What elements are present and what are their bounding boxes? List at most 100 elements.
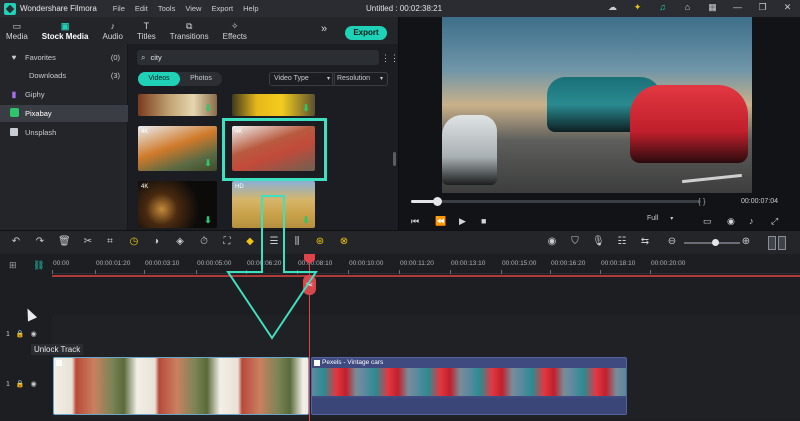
tab-audio[interactable]: ♪ Audio [102, 22, 122, 44]
video-clip-houses[interactable] [53, 357, 309, 415]
mask-icon[interactable]: ◈ [174, 236, 186, 247]
app-name: Wondershare Filmora [20, 4, 97, 13]
lock-icon[interactable]: 🔒 [16, 330, 25, 338]
stock-thumbnail[interactable]: ⬇ [138, 94, 217, 116]
tab-effects[interactable]: ✧ Effects [223, 22, 247, 44]
sidebar-item-favorites[interactable]: ♥ Favorites (0) [0, 49, 128, 66]
stop-icon[interactable]: ■ [481, 216, 486, 226]
layout-icon[interactable]: ▦ [706, 2, 719, 13]
lightbulb-icon[interactable]: ✦ [631, 2, 644, 13]
top-tabs: ▭ Media ▣ Stock Media ♪ Audio T Titles ⧉ Tran… [0, 17, 398, 44]
keyframe-icon[interactable]: ◆ [244, 236, 256, 247]
step-back-icon[interactable]: ⏪ [435, 216, 446, 227]
ruler-tick-label: 00:00:16:20 [551, 260, 586, 267]
volume-icon[interactable]: ♪ [749, 216, 754, 226]
tab-titles[interactable]: T Titles [137, 22, 156, 44]
eye-icon[interactable]: ◉ [31, 380, 37, 388]
add-track-icon[interactable]: ⊞ [9, 260, 17, 271]
fit-icon[interactable]: ⛶ [221, 236, 233, 247]
video-type-dropdown[interactable]: Video Type ▾ [269, 72, 335, 86]
tab-videos[interactable]: Videos [138, 72, 180, 86]
eye-icon[interactable]: ◉ [31, 330, 37, 338]
play-icon[interactable]: ▶ [459, 216, 466, 227]
close-icon[interactable]: ✕ [781, 2, 794, 13]
render-icon[interactable]: ◉ [546, 236, 558, 247]
sidebar-item-pixabay[interactable]: Pixabay [0, 105, 128, 122]
minimize-icon[interactable]: — [731, 2, 744, 13]
mouse-cursor [22, 306, 38, 322]
microphone-icon[interactable]: 🎙 [592, 236, 605, 247]
unlock-track-tooltip: Unlock Track [31, 344, 84, 355]
stock-thumbnail[interactable]: 4K ⬇ [138, 181, 217, 228]
empty-track-lane[interactable] [52, 315, 800, 355]
menu-edit[interactable]: Edit [135, 4, 148, 13]
search-box[interactable]: ⌕ [137, 50, 379, 65]
download-icon[interactable]: ⬇ [203, 103, 213, 113]
resolution-dropdown[interactable]: Resolution ▾ [332, 72, 388, 86]
delete-icon[interactable]: 🗑 [58, 236, 71, 247]
road-marking [682, 173, 742, 184]
headset-icon[interactable]: ♫ [656, 2, 669, 13]
menu-export[interactable]: Export [211, 4, 233, 13]
download-icon[interactable]: ⬇ [203, 158, 213, 168]
snapshot-icon[interactable]: ◉ [727, 216, 735, 227]
timeline-ruler[interactable]: 00:00 00:00:01:20 00:00:03:10 00:00:05:00 00… [52, 254, 800, 274]
menu-file[interactable]: File [113, 4, 125, 13]
zoom-out-icon[interactable]: ⊖ [666, 236, 678, 247]
tab-media[interactable]: ▭ Media [6, 22, 28, 44]
download-icon[interactable]: ⬇ [301, 103, 311, 113]
mixer-icon[interactable]: ☷ [616, 236, 628, 247]
tab-photos[interactable]: Photos [180, 72, 222, 86]
sidebar-item-unsplash[interactable]: Unsplash [0, 124, 128, 141]
stock-thumbnail[interactable]: 4K ⬇ [138, 126, 217, 171]
sidebar-item-downloads[interactable]: Downloads (3) [0, 67, 128, 84]
media-scrollbar[interactable] [393, 152, 396, 166]
replace-icon[interactable]: ⇆ [639, 236, 651, 247]
tab-stock-media[interactable]: ▣ Stock Media [42, 22, 89, 44]
motion-icon[interactable]: ⊗ [338, 236, 350, 247]
zoom-knob[interactable] [712, 239, 719, 246]
cut-icon[interactable]: ✂ [82, 236, 94, 247]
cloud-icon[interactable]: ☁ [606, 2, 619, 13]
quality-dropdown[interactable]: Full ▾ [647, 215, 687, 222]
download-icon[interactable]: ⬇ [301, 215, 311, 225]
lock-icon[interactable]: 🔒 [16, 380, 25, 388]
export-button[interactable]: Export [345, 26, 387, 40]
search-input[interactable] [150, 53, 351, 62]
adjust-icon[interactable]: ☰ [268, 236, 280, 247]
menu-help[interactable]: Help [243, 4, 258, 13]
ai-icon[interactable]: ⊛ [314, 236, 326, 247]
menu-tools[interactable]: Tools [158, 4, 176, 13]
mark-in-out[interactable]: { } [698, 197, 706, 206]
stock-thumbnail[interactable]: ⬇ [232, 94, 315, 116]
display-icon[interactable]: ▭ [703, 216, 712, 227]
speed-icon[interactable]: ◷ [128, 236, 140, 247]
playback-progress[interactable] [411, 197, 701, 206]
video-preview[interactable] [442, 17, 752, 193]
unsplash-icon [10, 127, 18, 136]
audio-icon[interactable]: ⫼ [291, 236, 303, 247]
more-tabs-icon[interactable]: » [321, 23, 327, 35]
fullscreen-icon[interactable]: ⤢ [771, 216, 778, 227]
timer-icon[interactable]: ⏱ [198, 236, 210, 247]
progress-knob[interactable] [433, 197, 442, 206]
prev-frame-icon[interactable]: ⏮ [411, 216, 419, 227]
redo-icon[interactable]: ↷ [34, 236, 46, 247]
download-icon[interactable]: ⬇ [203, 215, 213, 225]
menu-view[interactable]: View [185, 4, 201, 13]
stock-thumbnail[interactable]: HD ⬇ [232, 181, 315, 228]
scissors-icon[interactable]: ✂ [303, 275, 316, 295]
tab-transitions[interactable]: ⧉ Transitions [170, 22, 209, 44]
zoom-in-icon[interactable]: ⊕ [740, 236, 752, 247]
video-clip-vintage-cars[interactable]: Pexels - Vintage cars [311, 357, 627, 415]
layout-split-icon[interactable] [768, 236, 786, 250]
maximize-icon[interactable]: ❐ [756, 2, 769, 13]
notification-icon[interactable]: ⌂ [681, 2, 694, 13]
resolution-badge: HD [235, 184, 244, 190]
color-icon[interactable]: ◑ [150, 236, 162, 247]
undo-icon[interactable]: ↶ [10, 236, 22, 247]
shield-icon[interactable]: ⛉ [569, 236, 581, 247]
sidebar-item-giphy[interactable]: ▮ Giphy [0, 86, 128, 103]
crop-icon[interactable]: ⌗ [104, 236, 116, 247]
link-icon[interactable]: ⛓ [33, 260, 44, 271]
